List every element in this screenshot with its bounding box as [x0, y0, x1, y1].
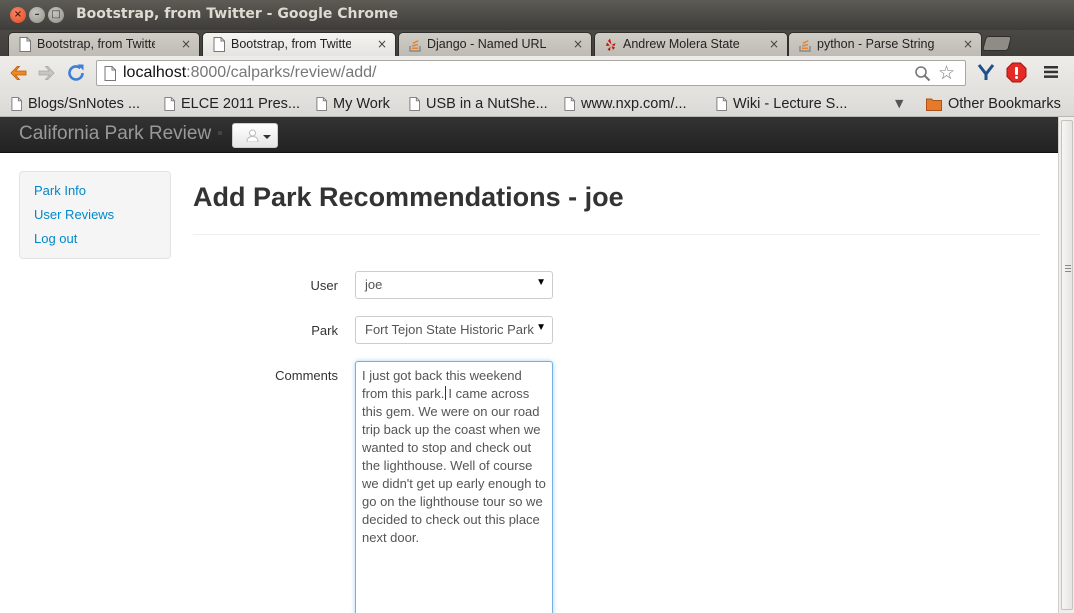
url-host: localhost: [123, 64, 187, 81]
magnifier-icon[interactable]: [914, 65, 931, 82]
select-arrow-icon: ▼: [536, 277, 546, 288]
other-bookmarks-label: Other Bookmarks: [948, 96, 1061, 112]
folder-icon: [926, 98, 942, 111]
bookmarks-bar: Blogs/SnNotes ... ELCE 2011 Pres... My W…: [0, 90, 1074, 117]
text-cursor: [445, 386, 447, 400]
window-close-button[interactable]: ×: [10, 7, 26, 23]
user-icon: [246, 129, 259, 142]
tab-label: python - Parse String to F: [817, 37, 937, 51]
comments-label: Comments: [275, 368, 338, 383]
page-title: Add Park Recommendations - joe: [193, 182, 624, 212]
page-scrollbar[interactable]: [1058, 117, 1074, 613]
tab-django[interactable]: Django - Named URLs not ×: [398, 32, 592, 56]
tab-bootstrap-2-active[interactable]: Bootstrap, from Twitter ×: [202, 32, 396, 57]
site-navbar: California Park Review: [0, 117, 1058, 153]
bookmark-label: Wiki - Lecture S...: [733, 96, 848, 112]
page-icon: [716, 97, 727, 111]
back-arrow-icon[interactable]: [6, 61, 30, 85]
scroll-grip-line: [1065, 268, 1071, 269]
tab-close-icon[interactable]: ×: [573, 37, 583, 51]
new-tab-button[interactable]: [981, 36, 1013, 51]
bookmark-item[interactable]: My Work: [316, 94, 390, 114]
comments-textarea[interactable]: I just got back this weekend from this p…: [355, 361, 553, 613]
page-header: Add Park Recommendations - joe: [193, 177, 1040, 235]
sidebar-link-park-info[interactable]: Park Info: [34, 179, 170, 203]
bookmark-label: Blogs/SnNotes ...: [28, 96, 141, 112]
sidebar-nav: Park Info User Reviews Log out: [19, 171, 171, 259]
tab-close-icon[interactable]: ×: [181, 37, 191, 51]
tab-close-icon[interactable]: ×: [769, 37, 779, 51]
page-icon: [564, 97, 575, 111]
yelp-icon: [606, 38, 616, 51]
tab-close-icon[interactable]: ×: [377, 37, 387, 51]
bookmark-item[interactable]: Wiki - Lecture S...: [716, 94, 847, 114]
bookmarks-overflow-chevron-icon[interactable]: ▼: [895, 97, 903, 110]
browser-toolbar: localhost:8000/calparks/review/add/ ☆: [0, 56, 1074, 90]
page-viewport: California Park Review Park Info User Re…: [0, 117, 1058, 613]
bookmark-label: USB in a NutShe...: [426, 96, 548, 112]
page-icon: [104, 66, 116, 81]
bookmark-label: www.nxp.com/...: [581, 96, 687, 112]
bookmark-star-icon[interactable]: ☆: [938, 62, 955, 84]
reload-icon[interactable]: [64, 61, 88, 85]
park-select[interactable]: Fort Tejon State Historic Park ▼: [355, 316, 553, 344]
page-icon: [213, 37, 225, 52]
page-icon: [316, 97, 327, 111]
bookmark-label: ELCE 2011 Pres...: [181, 96, 301, 112]
site-brand[interactable]: California Park Review: [19, 123, 211, 145]
other-bookmarks[interactable]: Other Bookmarks: [926, 94, 1061, 114]
menu-icon[interactable]: [1044, 65, 1058, 79]
tab-close-icon[interactable]: ×: [963, 37, 973, 51]
park-label: Park: [311, 323, 338, 338]
tab-strip: Bootstrap, from Twitter × Bootstrap, fro…: [0, 30, 1074, 57]
tab-python[interactable]: python - Parse String to F ×: [788, 32, 982, 56]
window-titlebar: × – □ Bootstrap, from Twitter - Google C…: [0, 0, 1074, 30]
scroll-grip-line: [1065, 271, 1071, 272]
user-select[interactable]: joe ▼: [355, 271, 553, 299]
bookmark-label: My Work: [333, 96, 390, 112]
tab-label: Andrew Molera State Park: [623, 37, 743, 51]
url-path: :8000/calparks/review/add/: [186, 64, 377, 81]
navbar-divider: [218, 131, 222, 135]
extension-y-icon[interactable]: [976, 62, 996, 82]
page-icon: [409, 97, 420, 111]
user-label: User: [310, 278, 338, 293]
window-maximize-button[interactable]: □: [48, 7, 64, 23]
window-title: Bootstrap, from Twitter - Google Chrome: [76, 6, 399, 22]
tab-label: Django - Named URLs not: [427, 37, 547, 51]
forward-arrow-icon[interactable]: [35, 61, 59, 85]
tab-bootstrap-1[interactable]: Bootstrap, from Twitter ×: [8, 32, 200, 56]
window-minimize-button[interactable]: –: [29, 7, 45, 23]
select-arrow-icon: ▼: [536, 322, 546, 333]
comments-text-after-caret: I came across this gem. We were on our r…: [362, 386, 546, 545]
url-text: localhost:8000/calparks/review/add/: [123, 64, 376, 82]
page-icon: [19, 37, 31, 52]
tab-label: Bootstrap, from Twitter: [37, 37, 155, 51]
stackoverflow-icon: [409, 40, 421, 52]
bookmark-item[interactable]: ELCE 2011 Pres...: [164, 94, 300, 114]
stackoverflow-icon: [799, 40, 811, 52]
park-select-value: Fort Tejon State Historic Park: [365, 322, 534, 337]
user-dropdown-button[interactable]: [232, 123, 278, 148]
bookmark-item[interactable]: www.nxp.com/...: [564, 94, 687, 114]
tab-label: Bootstrap, from Twitter: [231, 37, 351, 51]
address-bar[interactable]: localhost:8000/calparks/review/add/ ☆: [96, 60, 966, 86]
scroll-grip-line: [1065, 265, 1071, 266]
sidebar-link-user-reviews[interactable]: User Reviews: [34, 203, 170, 227]
bookmark-item[interactable]: USB in a NutShe...: [409, 94, 548, 114]
scrollbar-thumb[interactable]: [1061, 120, 1073, 610]
tab-andrew-molera[interactable]: Andrew Molera State Park ×: [594, 32, 788, 56]
page-icon: [164, 97, 175, 111]
user-select-value: joe: [365, 277, 383, 292]
sidebar-link-log-out[interactable]: Log out: [34, 227, 170, 251]
page-icon: [11, 97, 22, 111]
chevron-down-icon: [263, 135, 271, 139]
adblock-icon[interactable]: [1006, 62, 1027, 83]
bookmark-item[interactable]: Blogs/SnNotes ...: [11, 94, 140, 114]
